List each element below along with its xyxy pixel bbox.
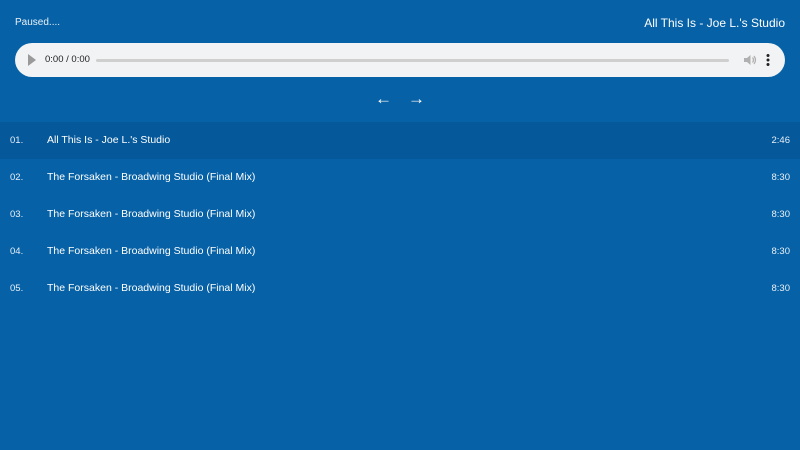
track-number: 03. (10, 209, 24, 220)
track-row[interactable]: 03. The Forsaken - Broadwing Studio (Fin… (0, 196, 800, 233)
track-number: 04. (10, 246, 24, 257)
progress-bar[interactable] (96, 59, 729, 62)
next-track-button[interactable]: → (408, 89, 425, 109)
track-duration: 8:30 (771, 172, 791, 183)
header: Paused.... All This Is - Joe L.'s Studio (0, 0, 800, 44)
volume-icon[interactable] (742, 52, 758, 68)
track-number: 01. (10, 135, 24, 146)
more-vertical-icon[interactable] (763, 52, 773, 68)
track-number: 05. (10, 283, 24, 294)
track-list: 01. All This Is - Joe L.'s Studio 2:46 0… (0, 122, 800, 307)
track-title: All This Is - Joe L.'s Studio (47, 134, 171, 146)
track-number: 02. (10, 172, 24, 183)
track-row[interactable]: 01. All This Is - Joe L.'s Studio 2:46 (0, 122, 800, 159)
track-row[interactable]: 02. The Forsaken - Broadwing Studio (Fin… (0, 159, 800, 196)
track-title: The Forsaken - Broadwing Studio (Final M… (47, 282, 256, 294)
previous-track-button[interactable]: ← (375, 89, 392, 109)
play-icon[interactable] (28, 54, 36, 66)
track-duration: 8:30 (771, 246, 791, 257)
track-duration: 8:30 (771, 209, 791, 220)
track-title: The Forsaken - Broadwing Studio (Final M… (47, 171, 256, 183)
track-title: The Forsaken - Broadwing Studio (Final M… (47, 208, 256, 220)
audio-player: 0:00 / 0:00 (15, 43, 785, 77)
playback-status: Paused.... (15, 17, 61, 28)
track-row[interactable]: 04. The Forsaken - Broadwing Studio (Fin… (0, 233, 800, 270)
track-duration: 8:30 (771, 283, 791, 294)
track-row[interactable]: 05. The Forsaken - Broadwing Studio (Fin… (0, 270, 800, 307)
track-title: The Forsaken - Broadwing Studio (Final M… (47, 245, 256, 257)
track-duration: 2:46 (771, 135, 791, 146)
now-playing-title: All This Is - Joe L.'s Studio (644, 16, 785, 30)
time-display: 0:00 / 0:00 (45, 54, 90, 65)
